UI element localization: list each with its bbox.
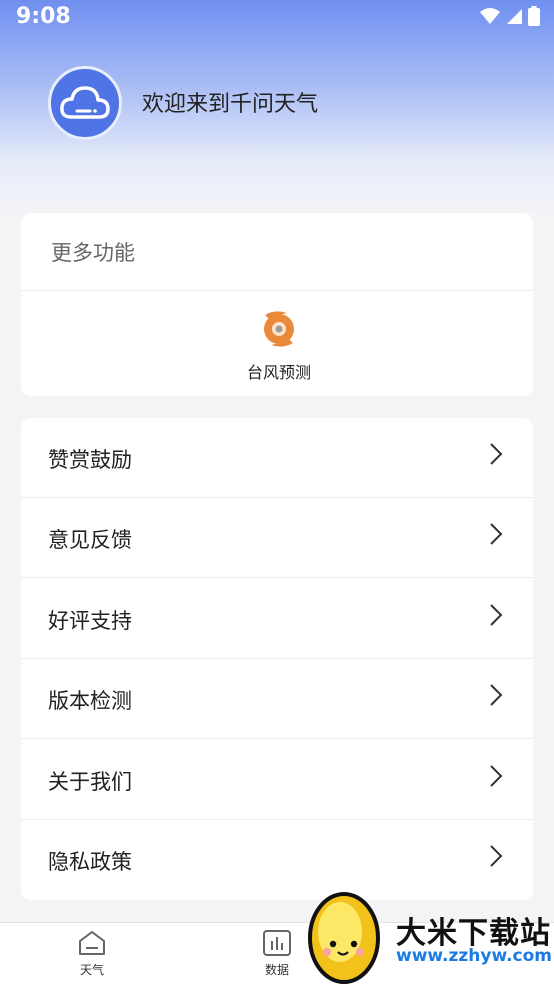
watermark: 大米下载站 www.zzhyw.com bbox=[300, 884, 554, 984]
chevron-right-icon bbox=[490, 604, 503, 626]
menu-item-label: 赞赏鼓励 bbox=[48, 448, 132, 472]
nav-item-weather[interactable]: 天气 bbox=[57, 929, 127, 978]
chevron-right-icon bbox=[490, 523, 503, 545]
status-time: 9:08 bbox=[16, 4, 71, 29]
menu-item-label: 隐私政策 bbox=[48, 850, 132, 874]
menu-item-label: 版本检测 bbox=[48, 689, 132, 713]
chevron-right-icon bbox=[490, 765, 503, 787]
wifi-icon bbox=[480, 8, 500, 24]
watermark-url: www.zzhyw.com bbox=[396, 946, 553, 966]
menu-item-rating[interactable]: 好评支持 bbox=[21, 579, 533, 659]
chevron-right-icon bbox=[490, 684, 503, 706]
status-icons bbox=[480, 6, 540, 26]
cloud-icon bbox=[60, 86, 110, 119]
menu-item-feedback[interactable]: 意见反馈 bbox=[21, 498, 533, 578]
menu-item-label: 意见反馈 bbox=[48, 528, 132, 552]
typhoon-icon bbox=[264, 311, 294, 347]
menu-item-label: 关于我们 bbox=[48, 770, 132, 794]
rice-mascot-logo bbox=[308, 892, 380, 984]
menu-item-reward[interactable]: 赞赏鼓励 bbox=[21, 418, 533, 498]
welcome-text: 欢迎来到千问天气 bbox=[142, 92, 319, 117]
home-icon bbox=[79, 931, 105, 955]
typhoon-forecast-label: 台风预测 bbox=[246, 363, 311, 382]
status-bar: 9:08 bbox=[0, 0, 554, 36]
divider bbox=[21, 290, 533, 291]
chevron-right-icon bbox=[490, 443, 503, 465]
chart-icon bbox=[263, 930, 291, 956]
menu-item-label: 好评支持 bbox=[48, 609, 132, 633]
battery-icon bbox=[528, 6, 540, 26]
nav-label-weather: 天气 bbox=[79, 963, 104, 977]
chevron-right-icon bbox=[490, 845, 503, 867]
app-avatar[interactable] bbox=[48, 66, 122, 140]
more-features-title: 更多功能 bbox=[51, 241, 135, 265]
typhoon-forecast-button[interactable]: 台风预测 bbox=[224, 307, 334, 387]
divider bbox=[21, 738, 533, 739]
signal-icon bbox=[507, 9, 522, 24]
menu-item-version-check[interactable]: 版本检测 bbox=[21, 659, 533, 739]
menu-item-about[interactable]: 关于我们 bbox=[21, 740, 533, 820]
menu-card: 赞赏鼓励 意见反馈 好评支持 版本检测 关于我们 隐私政策 bbox=[21, 418, 533, 900]
more-features-card: 更多功能 台风预测 bbox=[21, 213, 533, 396]
divider bbox=[21, 577, 533, 578]
